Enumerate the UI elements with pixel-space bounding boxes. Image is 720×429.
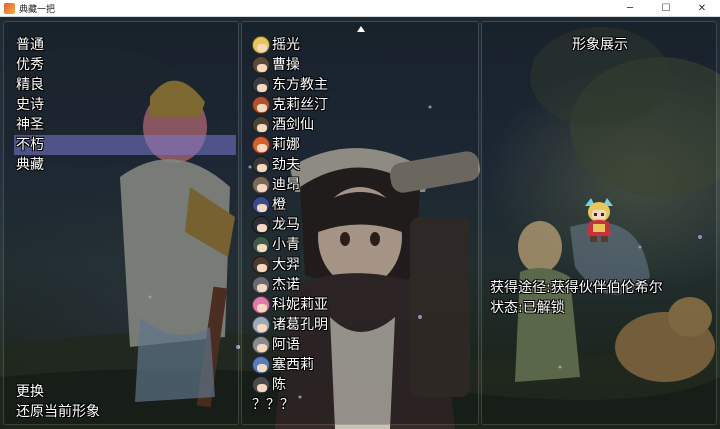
- character-item[interactable]: 橙: [252, 195, 472, 215]
- window-titlebar: 典藏一把 ─ ☐ ✕: [0, 0, 720, 17]
- character-list: 摇光曹操东方教主克莉丝汀酒剑仙莉娜劲夫迪昂橙龙马小青大羿杰诺科妮莉亚诸葛孔明阿语…: [252, 35, 472, 415]
- rarity-item-fine[interactable]: 优秀: [14, 55, 236, 75]
- rarity-item-divine[interactable]: 神圣: [14, 115, 236, 135]
- character-name: 阿语: [272, 337, 300, 353]
- character-name: 龙马: [272, 217, 300, 233]
- character-item[interactable]: 克莉丝汀: [252, 95, 472, 115]
- character-item[interactable]: 阿语: [252, 335, 472, 355]
- character-portrait-icon: [252, 236, 270, 254]
- character-item[interactable]: 迪昂: [252, 175, 472, 195]
- character-item[interactable]: 小青: [252, 235, 472, 255]
- window-controls: ─ ☐ ✕: [612, 0, 720, 17]
- character-name: 塞西莉: [272, 357, 314, 373]
- character-portrait-icon: [252, 36, 270, 54]
- character-name: 克莉丝汀: [272, 97, 328, 113]
- character-portrait-icon: [252, 256, 270, 274]
- showcase-title: 形象展示: [572, 37, 628, 53]
- character-portrait-icon: [252, 156, 270, 174]
- character-name: 摇光: [272, 37, 300, 53]
- rarity-item-collection[interactable]: 典藏: [14, 155, 236, 175]
- obtain-method-text: 获得途径:获得伙伴伯伦希尔: [490, 280, 663, 296]
- scroll-up-icon[interactable]: [357, 26, 365, 32]
- character-name: 东方教主: [272, 77, 328, 93]
- character-portrait-icon: [252, 216, 270, 234]
- character-name: 劲夫: [272, 157, 300, 173]
- character-portrait-icon: [252, 116, 270, 134]
- rarity-list: 普通 优秀 精良 史诗 神圣 不朽 典藏: [14, 35, 236, 175]
- character-portrait-icon: [252, 276, 270, 294]
- character-portrait-icon: [252, 136, 270, 154]
- character-name: 科妮莉亚: [272, 297, 328, 313]
- character-portrait-icon: [252, 96, 270, 114]
- character-portrait-icon: [252, 376, 270, 394]
- character-item[interactable]: 诸葛孔明: [252, 315, 472, 335]
- character-portrait-icon: [252, 336, 270, 354]
- showcase-panel: 形象展示 获得途径:获得伙伴伯伦希尔 状态:已解锁: [481, 21, 717, 425]
- game-screen: 普通 优秀 精良 史诗 神圣 不朽 典藏 更换 还原当前形象 摇光曹操东方教主克…: [0, 17, 720, 429]
- character-name: 曹操: [272, 57, 300, 73]
- character-portrait-icon: [252, 176, 270, 194]
- character-item[interactable]: 科妮莉亚: [252, 295, 472, 315]
- character-item[interactable]: 杰诺: [252, 275, 472, 295]
- character-sprite: [585, 198, 613, 242]
- character-name: 橙: [272, 197, 286, 213]
- character-name: 陈: [272, 377, 286, 393]
- character-portrait-icon: [252, 316, 270, 334]
- unlock-status-text: 状态:已解锁: [490, 300, 565, 316]
- character-item[interactable]: 劲夫: [252, 155, 472, 175]
- character-portrait-icon: [252, 196, 270, 214]
- character-panel: 摇光曹操东方教主克莉丝汀酒剑仙莉娜劲夫迪昂橙龙马小青大羿杰诺科妮莉亚诸葛孔明阿语…: [241, 21, 479, 425]
- character-portrait-icon: [252, 76, 270, 94]
- rarity-panel: 普通 优秀 精良 史诗 神圣 不朽 典藏 更换 还原当前形象: [3, 21, 239, 425]
- character-name: 酒剑仙: [272, 117, 314, 133]
- window-title: 典藏一把: [19, 4, 56, 15]
- character-portrait-icon: [252, 296, 270, 314]
- character-name: 诸葛孔明: [272, 317, 328, 333]
- character-item[interactable]: 大羿: [252, 255, 472, 275]
- character-item[interactable]: 曹操: [252, 55, 472, 75]
- character-item[interactable]: 塞西莉: [252, 355, 472, 375]
- app-icon: [4, 2, 15, 14]
- rarity-item-common[interactable]: 普通: [14, 35, 236, 55]
- character-name: ？？？: [252, 397, 294, 413]
- character-name: 大羿: [272, 257, 300, 273]
- character-item[interactable]: 摇光: [252, 35, 472, 55]
- character-name: 迪昂: [272, 177, 300, 193]
- character-item[interactable]: 莉娜: [252, 135, 472, 155]
- character-name: 杰诺: [272, 277, 300, 293]
- command-list: 更换 还原当前形象: [16, 382, 100, 422]
- rarity-item-immortal[interactable]: 不朽: [14, 135, 236, 155]
- character-name: 莉娜: [272, 137, 300, 153]
- character-item[interactable]: ？？？: [252, 395, 472, 415]
- character-portrait-icon: [252, 356, 270, 374]
- close-button[interactable]: ✕: [684, 0, 720, 17]
- character-item[interactable]: 酒剑仙: [252, 115, 472, 135]
- character-portrait-icon: [252, 56, 270, 74]
- change-button[interactable]: 更换: [16, 382, 100, 402]
- character-name: 小青: [272, 237, 300, 253]
- character-item[interactable]: 龙马: [252, 215, 472, 235]
- character-item[interactable]: 陈: [252, 375, 472, 395]
- character-item[interactable]: 东方教主: [252, 75, 472, 95]
- rarity-item-epic[interactable]: 史诗: [14, 95, 236, 115]
- rarity-item-superior[interactable]: 精良: [14, 75, 236, 95]
- restore-appearance-button[interactable]: 还原当前形象: [16, 402, 100, 422]
- minimize-button[interactable]: ─: [612, 0, 648, 17]
- maximize-button[interactable]: ☐: [648, 0, 684, 17]
